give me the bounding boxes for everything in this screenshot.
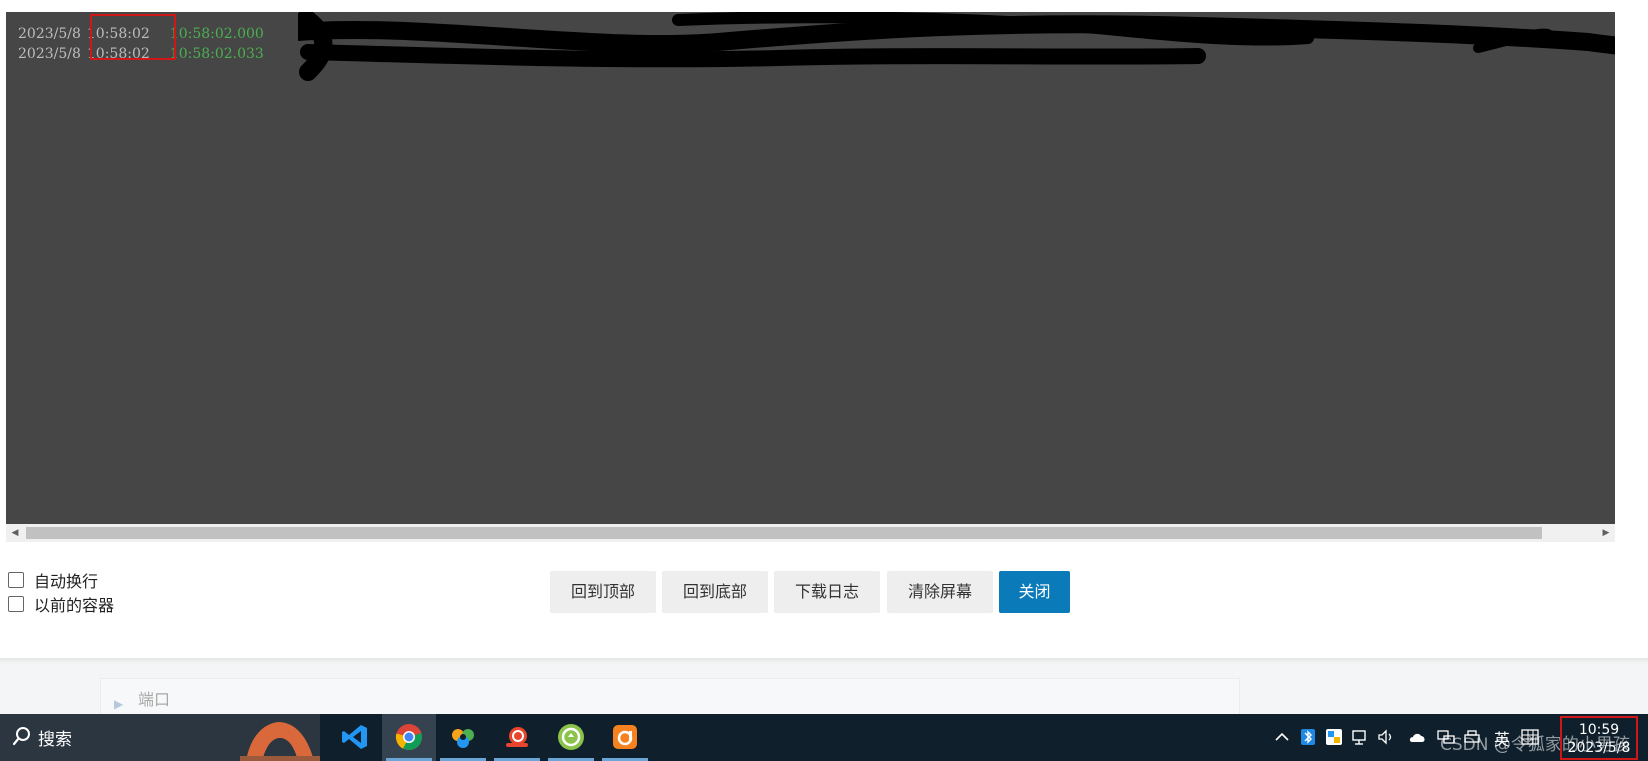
- download-log-button[interactable]: 下载日志: [774, 571, 880, 613]
- log-date: 2023/5/8: [18, 46, 81, 62]
- scroll-right-icon[interactable]: ▶: [1597, 524, 1615, 542]
- clock-date: 2023/5/8: [1567, 740, 1631, 756]
- taskbar-app-green-cloud[interactable]: [544, 714, 598, 761]
- auto-wrap-checkbox[interactable]: [8, 572, 24, 588]
- taskbar-app-chrome[interactable]: [382, 714, 436, 761]
- taskbar: 搜索 英: [0, 714, 1648, 761]
- color-app-icon[interactable]: [1324, 727, 1344, 747]
- show-hidden-icons-chevron-icon[interactable]: [1272, 727, 1292, 747]
- network-icon[interactable]: [1350, 727, 1370, 747]
- clock-time: 10:59: [1578, 722, 1620, 738]
- back-to-bottom-button[interactable]: 回到底部: [662, 571, 768, 613]
- log-date: 2023/5/8: [18, 26, 81, 42]
- auto-wrap-label: 自动换行: [34, 572, 99, 591]
- green-cloud-icon: [558, 724, 584, 750]
- orange-app-icon: [613, 725, 637, 749]
- taskbar-search[interactable]: 搜索: [0, 714, 320, 761]
- snail-app-icon: [506, 727, 528, 747]
- previous-container-label: 以前的容器: [34, 596, 115, 615]
- port-section-label: 端口: [138, 690, 171, 709]
- scroll-thumb[interactable]: [26, 527, 1542, 539]
- taskbar-app-snail[interactable]: [490, 714, 544, 761]
- vscode-icon: [342, 725, 367, 749]
- taskbar-app-navicat[interactable]: [436, 714, 490, 761]
- back-to-top-button[interactable]: 回到顶部: [550, 571, 656, 613]
- navicat-icon: [452, 729, 474, 748]
- log-timestamp: 10:58:02.000: [169, 26, 264, 42]
- background-card: [100, 678, 1240, 718]
- log-timestamp: 10:58:02.033: [169, 46, 264, 62]
- taskbar-app-orange[interactable]: [598, 714, 652, 761]
- previous-container-checkbox[interactable]: [8, 596, 24, 612]
- volume-icon[interactable]: [1376, 727, 1396, 747]
- horizontal-scrollbar[interactable]: ◀ ▶: [6, 524, 1615, 542]
- close-button[interactable]: 关闭: [999, 571, 1070, 613]
- search-icon: [12, 727, 30, 746]
- taskbar-clock[interactable]: 10:59 2023/5/8: [1560, 716, 1638, 760]
- search-highlight-art-icon: [240, 722, 320, 761]
- previous-container-option[interactable]: 以前的容器: [8, 594, 115, 615]
- chrome-icon: [395, 724, 422, 751]
- auto-wrap-option[interactable]: 自动换行: [8, 570, 99, 591]
- expand-arrow-icon: ▶: [114, 697, 124, 711]
- clear-screen-button[interactable]: 清除屏幕: [887, 571, 993, 613]
- log-console[interactable]: 2023/5/8 10:58:02 10:58:02.000 2023/5/8 10:…: [6, 12, 1615, 524]
- scroll-left-icon[interactable]: ◀: [6, 524, 24, 542]
- search-label: 搜索: [38, 730, 72, 750]
- onedrive-cloud-icon[interactable]: [1408, 727, 1428, 747]
- time-highlight-box: [90, 14, 176, 60]
- redaction-scribble: [298, 12, 1615, 81]
- taskbar-app-vscode[interactable]: [328, 714, 382, 761]
- bluetooth-app-icon[interactable]: [1298, 727, 1318, 747]
